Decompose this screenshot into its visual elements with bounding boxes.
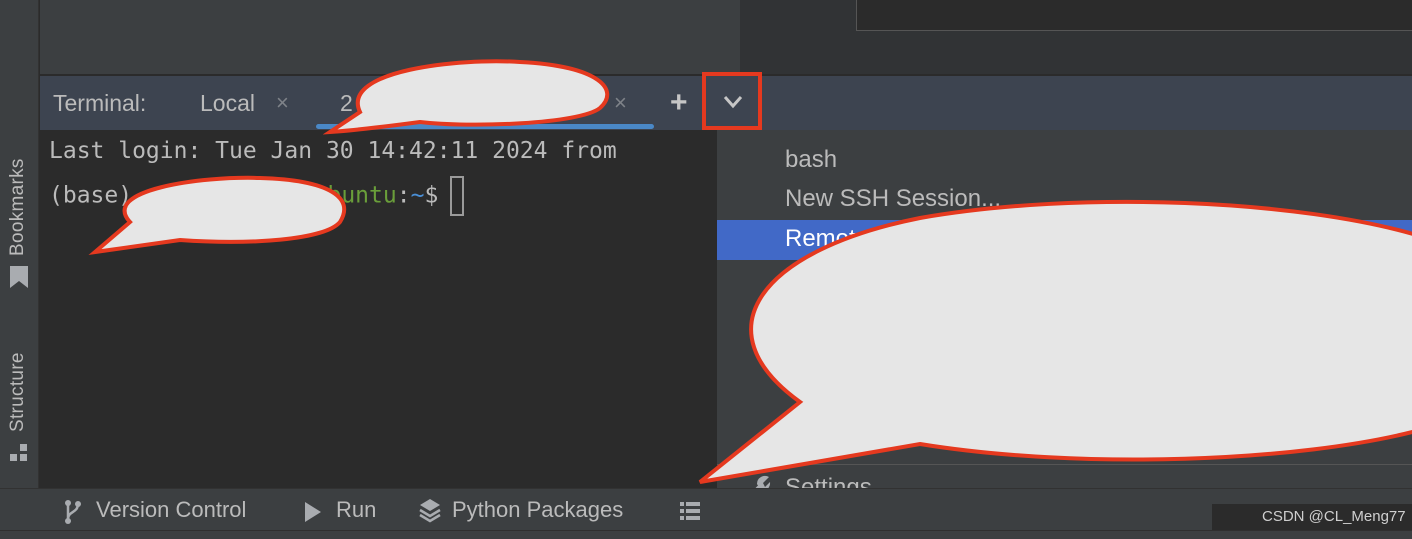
menu-item-new-ssh-session[interactable]: New SSH Session...	[785, 185, 1001, 213]
menu-item-remote-suffix: 14.8	[1339, 225, 1386, 252]
active-tab-indicator	[316, 124, 654, 129]
tab-local-close-icon[interactable]: ×	[276, 90, 289, 116]
prompt-host: i@ubuntu	[285, 182, 397, 209]
left-tool-stripe: Bookmarks Structure	[0, 0, 39, 488]
prompt-symbol: $	[424, 182, 439, 209]
bookmark-icon	[10, 266, 28, 288]
version-control-label: Version Control	[96, 497, 247, 522]
new-session-popup-menu: bash New SSH Session... Remot 14.8 Setti…	[716, 130, 1412, 518]
layers-icon	[419, 499, 441, 523]
play-icon	[305, 502, 321, 522]
chevron-down-icon	[723, 96, 743, 109]
menu-separator	[717, 464, 1412, 465]
prompt-colon: :	[396, 182, 411, 209]
terminal-label: Terminal:	[53, 90, 147, 116]
list-icon	[680, 502, 700, 520]
python-packages-label: Python Packages	[452, 497, 624, 522]
bottom-tool-bar: Version Control Run Python Packages	[0, 488, 1412, 531]
tab-local-label: Local	[200, 90, 255, 116]
prompt-path: ~	[410, 182, 425, 209]
bookmarks-label: Bookmarks	[7, 158, 28, 256]
structure-icon	[10, 444, 27, 461]
branch-icon	[65, 500, 81, 524]
terminal-output[interactable]: Last login: Tue Jan 30 14:42:11 2024 fro…	[40, 130, 716, 488]
menu-item-bash[interactable]: bash	[785, 146, 837, 174]
last-login-line: Last login: Tue Jan 30 14:42:11 2024 fro…	[49, 138, 617, 164]
run-label: Run	[336, 497, 377, 522]
prompt-prefix: (base)	[49, 182, 146, 209]
terminal-cursor	[450, 176, 465, 216]
editor-right-inner	[856, 0, 1412, 31]
tab-remote-close-icon[interactable]: ×	[614, 90, 627, 116]
editor-area	[40, 0, 740, 74]
menu-item-remote-label: Remot	[785, 225, 856, 252]
prompt-line: (base) i@ubuntu:~$	[49, 176, 465, 216]
menu-item-remote[interactable]: Remot 14.8	[717, 220, 1412, 260]
plus-icon[interactable]: +	[670, 86, 688, 120]
watermark: CSDN @CL_Meng77	[1212, 504, 1412, 530]
tab-remote-label: 2	[340, 90, 353, 116]
new-tab-dropdown-button[interactable]	[702, 72, 762, 130]
structure-label: Structure	[7, 352, 28, 432]
